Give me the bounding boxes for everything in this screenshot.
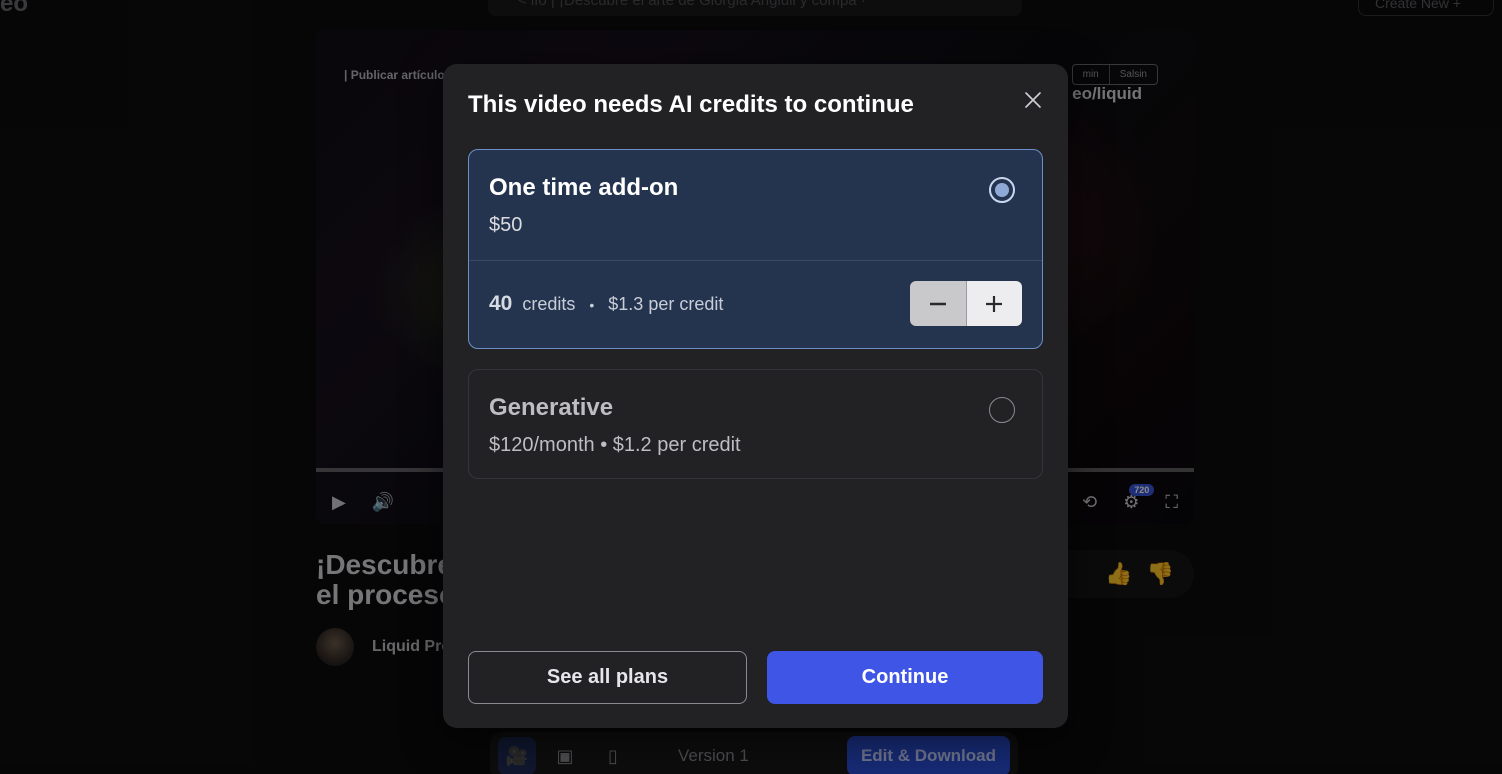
plan-option-one-time-addon[interactable]: One time add-on $50 40 credits • $1.3 pe… <box>468 149 1043 349</box>
credits-summary: 40 credits • $1.3 per credit <box>489 292 723 316</box>
plan-name: One time add-on <box>489 174 679 201</box>
minus-icon <box>929 302 946 305</box>
plan-option-generative[interactable]: Generative $120/month • $1.2 per credit <box>468 369 1043 479</box>
see-all-plans-button[interactable]: See all plans <box>468 651 747 704</box>
continue-button[interactable]: Continue <box>767 651 1043 704</box>
plan-name: Generative <box>489 394 614 421</box>
close-icon <box>1025 92 1041 108</box>
credits-stepper <box>910 281 1022 326</box>
decrement-button[interactable] <box>910 281 967 326</box>
plus-icon <box>986 295 1003 312</box>
credits-count: 40 <box>489 292 513 315</box>
plan-price: $50 <box>489 214 523 236</box>
credits-unit: credits <box>522 294 576 314</box>
separator-dot: • <box>589 297 595 313</box>
increment-button[interactable] <box>966 281 1022 326</box>
modal-title: This video needs AI credits to continue <box>468 91 914 118</box>
close-button[interactable] <box>1021 88 1045 112</box>
card-divider <box>469 260 1042 261</box>
radio-unselected[interactable] <box>989 397 1015 423</box>
plan-price: $120/month • $1.2 per credit <box>489 434 741 456</box>
ai-credits-modal: This video needs AI credits to continue … <box>443 64 1068 728</box>
per-credit-price: $1.3 per credit <box>608 294 724 314</box>
radio-selected[interactable] <box>989 177 1015 203</box>
